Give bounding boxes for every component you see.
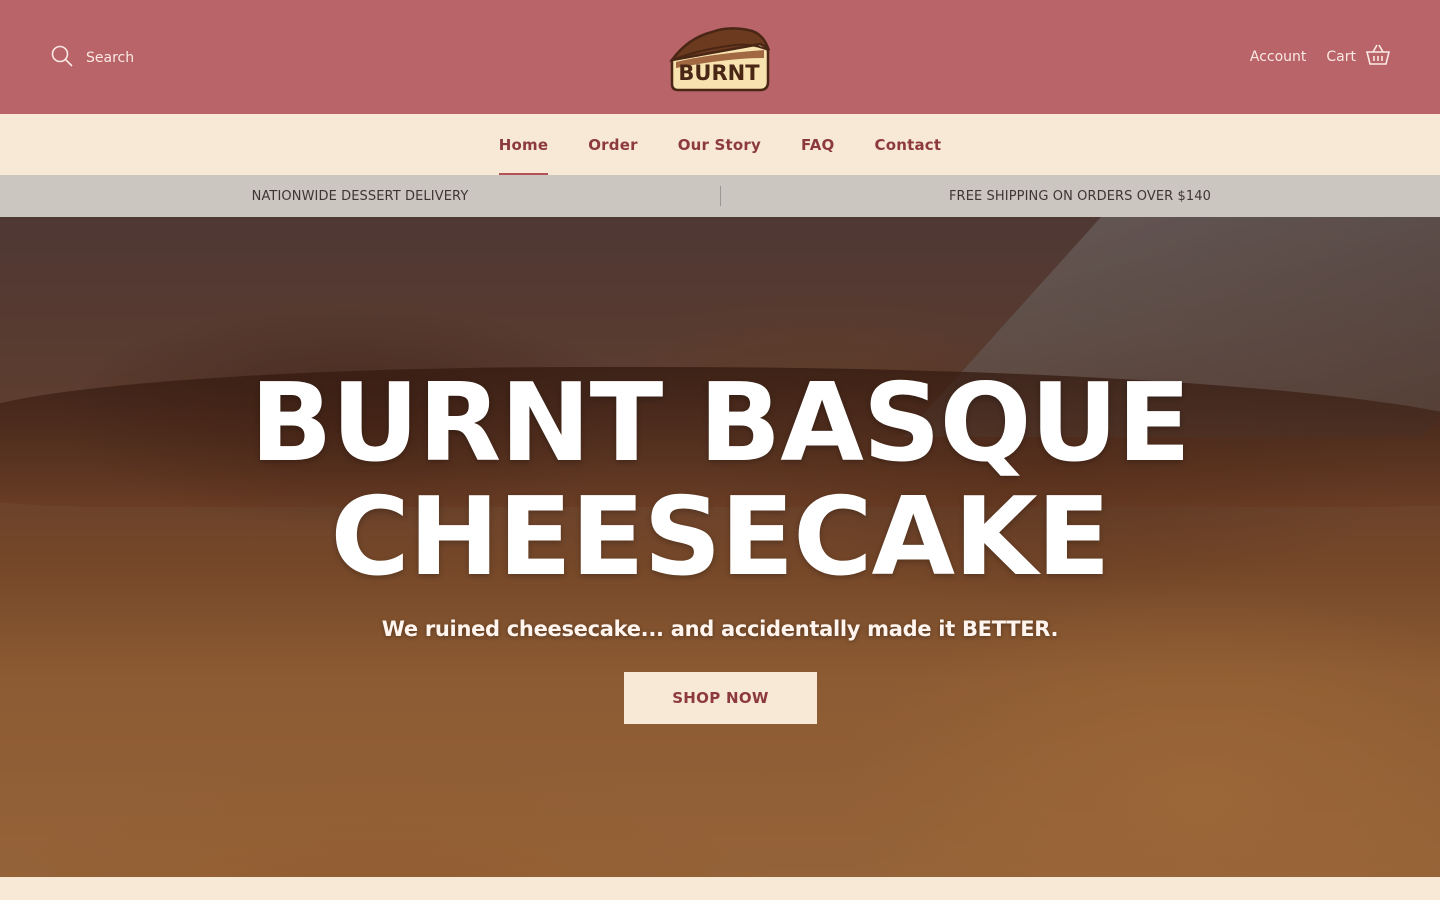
logo-text: BURNT xyxy=(678,61,760,85)
hero-title-line1: BURNT BASQUE xyxy=(250,361,1191,486)
search-icon xyxy=(50,44,74,72)
cart-label: Cart xyxy=(1326,49,1356,65)
hero-banner: BURNT BASQUE CHEESECAKE We ruined cheese… xyxy=(0,217,1440,877)
nav-item-our-story[interactable]: Our Story xyxy=(678,114,761,175)
hero-title: BURNT BASQUE CHEESECAKE xyxy=(0,367,1440,595)
nav-item-contact[interactable]: Contact xyxy=(875,114,942,175)
logo[interactable]: BURNT xyxy=(668,20,772,94)
account-link[interactable]: Account xyxy=(1250,49,1307,65)
nav-item-order[interactable]: Order xyxy=(588,114,637,175)
basket-icon xyxy=(1365,44,1391,70)
nav-item-faq[interactable]: FAQ xyxy=(801,114,835,175)
announcement-divider xyxy=(720,186,721,206)
hero-subtitle: We ruined cheesecake... and accidentally… xyxy=(381,617,1059,641)
nav-item-home[interactable]: Home xyxy=(498,114,549,175)
search-button[interactable]: Search xyxy=(50,44,134,72)
main-nav: Home Order Our Story FAQ Contact xyxy=(0,114,1440,175)
site-header: Search BURNT Account Cart xyxy=(0,0,1440,114)
search-label: Search xyxy=(86,50,135,66)
hero-title-line2: CHEESECAKE xyxy=(330,475,1110,600)
shop-now-button[interactable]: SHOP NOW xyxy=(624,672,817,724)
announcement-right: FREE SHIPPING ON ORDERS OVER $140 xyxy=(948,188,1212,204)
announcement-left: NATIONWIDE DESSERT DELIVERY xyxy=(251,188,469,204)
announcement-bar: NATIONWIDE DESSERT DELIVERY FREE SHIPPIN… xyxy=(0,175,1440,217)
section-divider xyxy=(0,877,1440,900)
header-actions: Account Cart xyxy=(1250,44,1391,70)
cart-button[interactable]: Cart xyxy=(1326,44,1391,70)
